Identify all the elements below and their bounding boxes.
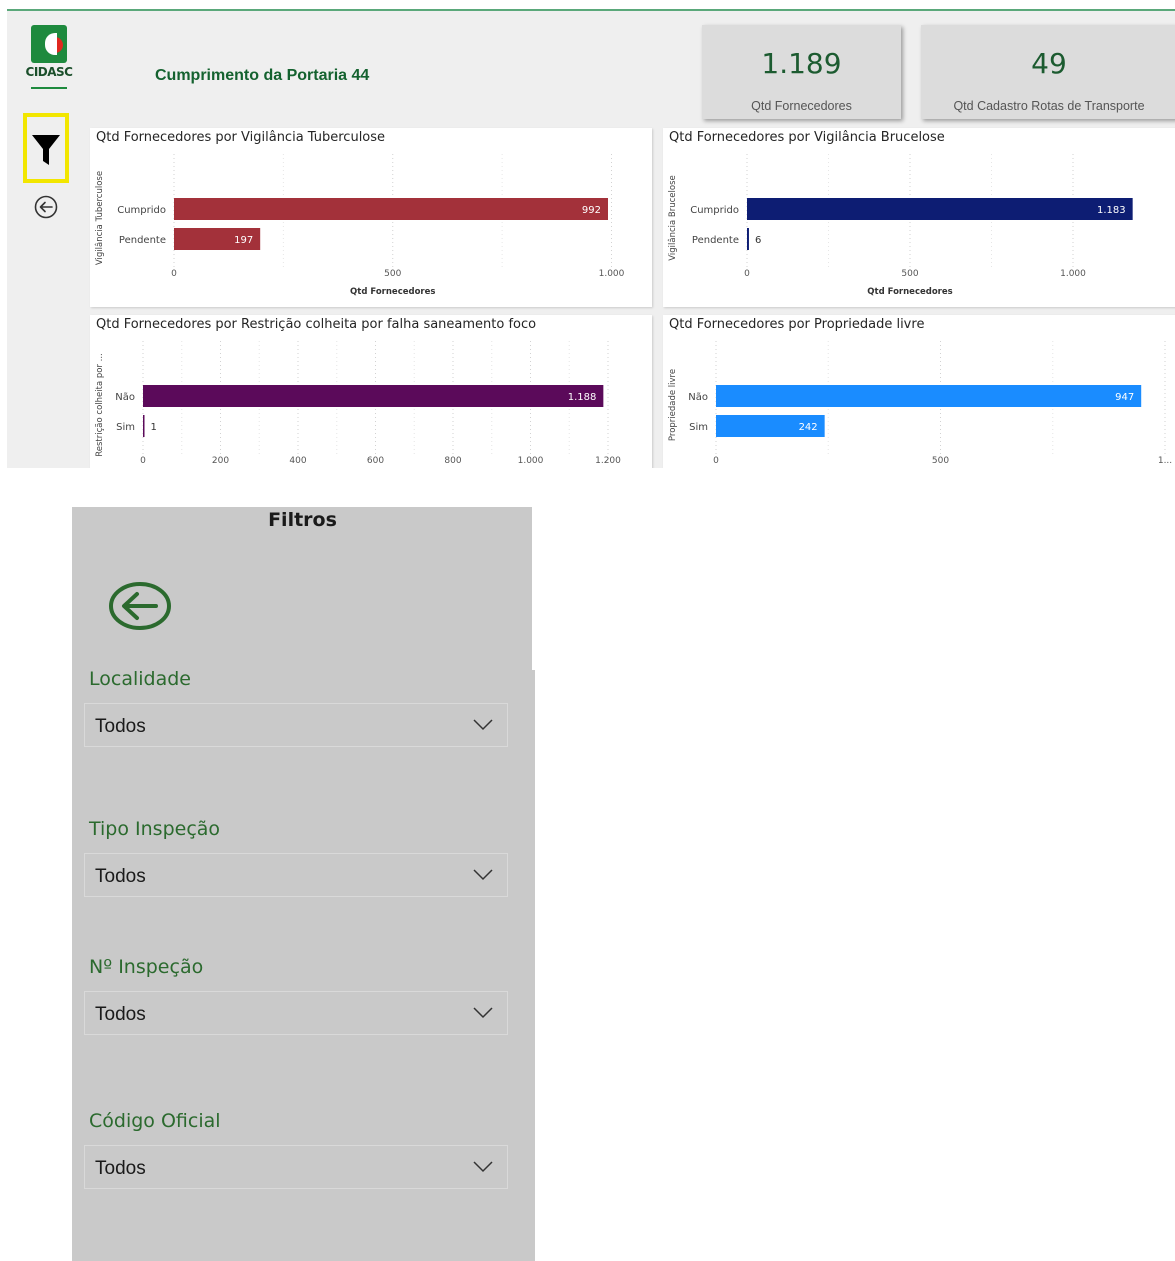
category-label: Pendente bbox=[692, 235, 739, 246]
x-tick-label: 1... bbox=[1158, 456, 1172, 466]
data-label: 1 bbox=[151, 422, 157, 433]
kpi-card-fornecedores: 1.189 Qtd Fornecedores bbox=[702, 25, 901, 119]
x-axis-label: Qtd Fornecedores bbox=[867, 287, 952, 297]
x-tick-label: 500 bbox=[384, 269, 401, 279]
chart-tuberculose: Qtd Fornecedores por Vigilância Tubercul… bbox=[90, 128, 652, 307]
kpi-value: 1.189 bbox=[761, 47, 842, 80]
category-label: Não bbox=[688, 392, 708, 403]
category-label: Sim bbox=[689, 422, 708, 433]
bar-cumprido bbox=[174, 198, 608, 220]
back-arrow-circle-icon[interactable] bbox=[108, 581, 172, 631]
chevron-down-icon bbox=[473, 1007, 493, 1019]
filter-button[interactable] bbox=[23, 113, 69, 183]
bar-não bbox=[143, 385, 604, 407]
y-axis-label: Vigilância Brucelose bbox=[668, 175, 678, 261]
category-label: Pendente bbox=[119, 235, 166, 246]
chart-brucelose: Qtd Fornecedores por Vigilância Brucelos… bbox=[663, 128, 1175, 307]
filter-dropdown-n-inspecao[interactable]: Todos bbox=[84, 991, 508, 1035]
data-label: 992 bbox=[582, 205, 601, 216]
y-axis-label: Restrição colheita por ... bbox=[95, 353, 105, 457]
logo-mark-icon bbox=[31, 25, 67, 63]
x-tick-label: 200 bbox=[212, 456, 229, 466]
x-tick-label: 0 bbox=[140, 456, 146, 466]
x-tick-label: 1.000 bbox=[1060, 269, 1086, 279]
chevron-down-icon bbox=[473, 1161, 493, 1173]
x-tick-label: 500 bbox=[901, 269, 918, 279]
filter-label-codigo-oficial: Código Oficial bbox=[89, 1110, 221, 1132]
dropdown-value: Todos bbox=[95, 1004, 146, 1025]
report-canvas: CIDASC Cumprimento da Portaria 44 1.189 … bbox=[7, 9, 1175, 468]
category-label: Não bbox=[115, 392, 135, 403]
x-axis-label: Qtd Fornecedores bbox=[350, 287, 435, 297]
x-tick-label: 0 bbox=[171, 269, 177, 279]
category-label: Cumprido bbox=[690, 205, 739, 216]
logo-text: CIDASC bbox=[25, 65, 73, 79]
data-label: 947 bbox=[1115, 392, 1134, 403]
chart-propriedade-livre: Qtd Fornecedores por Propriedade livre 0… bbox=[663, 315, 1175, 468]
data-label: 197 bbox=[234, 235, 253, 246]
chart-brucelose-svg: 0 500 1.000 Qtd Fornecedores Vigilância Bruc… bbox=[668, 154, 1133, 297]
data-label: 242 bbox=[799, 422, 818, 433]
kpi-label: Qtd Cadastro Rotas de Transporte bbox=[953, 99, 1145, 113]
dropdown-value: Todos bbox=[95, 716, 146, 737]
cidasc-logo: CIDASC bbox=[25, 25, 73, 99]
chart-propriedade-livre-svg: 0 500 1...Qtd FornecedoresPropriedade livr… bbox=[668, 341, 1172, 466]
x-tick-label: 800 bbox=[444, 456, 461, 466]
data-label: 1.188 bbox=[568, 392, 597, 403]
kpi-card-rotas: 49 Qtd Cadastro Rotas de Transporte bbox=[921, 25, 1175, 119]
report-title: Cumprimento da Portaria 44 bbox=[155, 67, 370, 84]
bar-não bbox=[716, 385, 1142, 407]
filter-dropdown-localidade[interactable]: Todos bbox=[84, 703, 508, 747]
x-tick-label: 600 bbox=[367, 456, 384, 466]
filter-dropdown-tipo-inspecao[interactable]: Todos bbox=[84, 853, 508, 897]
x-tick-label: 500 bbox=[932, 456, 949, 466]
kpi-value: 49 bbox=[1031, 47, 1067, 80]
x-tick-label: 1.000 bbox=[599, 269, 625, 279]
bar-pendente bbox=[747, 228, 749, 250]
chart-tuberculose-svg: 0 500 1.000 Qtd Fornecedores Vigilância Tube… bbox=[95, 154, 625, 297]
bar-sim bbox=[143, 415, 145, 437]
x-tick-label: 0 bbox=[744, 269, 750, 279]
chevron-down-icon bbox=[473, 719, 493, 731]
filter-label-tipo-inspecao: Tipo Inspeção bbox=[89, 818, 221, 840]
top-divider bbox=[7, 9, 1175, 11]
chevron-down-icon bbox=[473, 869, 493, 881]
x-tick-label: 400 bbox=[289, 456, 306, 466]
chart-restricao-colheita: Qtd Fornecedores por Restrição colheita … bbox=[90, 315, 652, 468]
category-label: Cumprido bbox=[117, 205, 166, 216]
y-axis-label: Propriedade livre bbox=[668, 369, 678, 441]
x-tick-label: 1.200 bbox=[595, 456, 621, 466]
y-axis-label: Vigilância Tuberculose bbox=[95, 171, 105, 265]
chart-restricao-colheita-svg: 0 200 400 600 800 1.000 1.200Qtd FornecedoresR… bbox=[95, 341, 621, 466]
kpi-label: Qtd Fornecedores bbox=[751, 99, 852, 113]
x-tick-label: 0 bbox=[713, 456, 719, 466]
back-arrow-circle-icon[interactable] bbox=[34, 195, 58, 219]
panel-notch bbox=[532, 507, 535, 670]
filter-label-n-inspecao: Nº Inspeção bbox=[89, 956, 204, 978]
filter-icon bbox=[32, 135, 60, 165]
filter-dropdown-codigo-oficial[interactable]: Todos bbox=[84, 1145, 508, 1189]
bar-cumprido bbox=[747, 198, 1133, 220]
x-tick-label: 1.000 bbox=[518, 456, 544, 466]
filters-panel: Filtros Localidade Todos Tipo Inspeção T… bbox=[72, 507, 535, 1261]
dropdown-value: Todos bbox=[95, 1158, 146, 1179]
filters-panel-title: Filtros bbox=[268, 509, 337, 531]
data-label: 1.183 bbox=[1097, 205, 1126, 216]
filter-label-localidade: Localidade bbox=[89, 668, 191, 690]
category-label: Sim bbox=[116, 422, 135, 433]
data-label: 6 bbox=[755, 235, 761, 246]
dropdown-value: Todos bbox=[95, 866, 146, 887]
